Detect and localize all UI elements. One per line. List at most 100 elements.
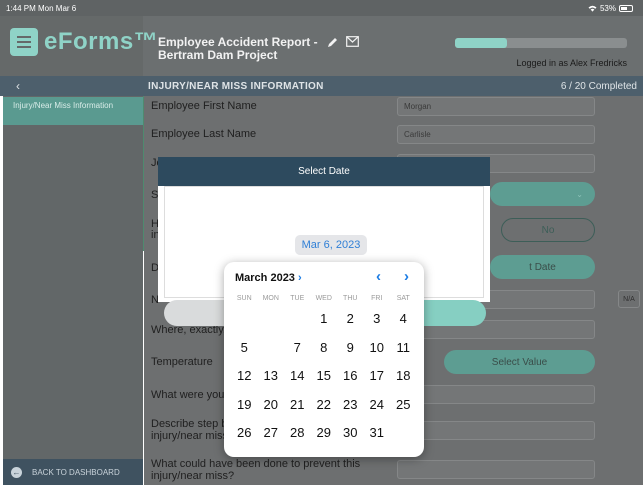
- calendar-day-number: 17: [369, 368, 384, 383]
- calendar-popover: March 2023 › ‹ › SUN MON TUE WED THU FRI SAT 1 2…: [224, 262, 424, 457]
- calendar-day-number: 21: [290, 396, 305, 412]
- logo-text: eForms™: [44, 28, 159, 55]
- what-were-label: What were you: [151, 389, 225, 401]
- status-time: 1:44 PM Mon Mar 6: [6, 4, 77, 13]
- first-name-label: Employee First Name: [151, 100, 257, 112]
- calendar-day-number: 11: [396, 339, 411, 355]
- calendar-day-number: 25: [396, 396, 411, 412]
- calendar-day-number: 8: [320, 339, 328, 355]
- weekday-label: SAT: [396, 295, 410, 302]
- calendar-day[interactable]: 24: [364, 392, 391, 418]
- calendar-day[interactable]: 4: [390, 306, 417, 332]
- calendar-day-number: 24: [369, 396, 384, 412]
- describe-label-line2: injury/near miss: [151, 430, 229, 442]
- modal-cancel-button[interactable]: [164, 300, 224, 326]
- calendar-day-number: 9: [346, 339, 354, 355]
- weekday-label: SUN: [236, 295, 252, 302]
- calendar-month-title[interactable]: March 2023 ›: [235, 272, 302, 284]
- logo-area: eForms™: [0, 16, 158, 76]
- calendar-day-number: 22: [316, 396, 331, 412]
- sidebar: Injury/Near Miss Information ← BACK TO D…: [3, 96, 147, 485]
- calendar-day[interactable]: 12: [231, 363, 258, 389]
- calendar-day[interactable]: 23: [337, 392, 364, 418]
- describe-field[interactable]: [397, 421, 595, 440]
- calendar-day[interactable]: 14: [284, 363, 311, 389]
- app-header: eForms™ Employee Accident Report - Bertr…: [0, 16, 643, 76]
- calendar-day[interactable]: 7: [284, 335, 311, 361]
- calendar-day[interactable]: 25: [390, 392, 417, 418]
- calendar-day-number: 10: [369, 339, 384, 355]
- what-were-field[interactable]: [397, 385, 595, 404]
- calendar-day-number: 6: [267, 339, 275, 355]
- calendar-day[interactable]: 21: [284, 392, 311, 418]
- calendar-day[interactable]: 17: [364, 363, 391, 389]
- section-bar: ‹ INJURY/NEAR MISS INFORMATION 6 / 20 Co…: [0, 76, 643, 96]
- calendar-day-number: 29: [316, 425, 331, 440]
- calendar-day-number: 26: [237, 425, 252, 440]
- calendar-day[interactable]: 8: [311, 335, 338, 361]
- calendar-day-number: 2: [346, 311, 354, 326]
- calendar-day[interactable]: 30: [337, 420, 364, 446]
- next-month-button[interactable]: ›: [404, 268, 409, 285]
- calendar-day[interactable]: 13: [258, 363, 285, 389]
- calendar-day-number: 3: [373, 311, 381, 326]
- calendar-day[interactable]: 29: [311, 420, 338, 446]
- temperature-label: Temperature: [151, 356, 213, 368]
- calendar-day[interactable]: 26: [231, 420, 258, 446]
- calendar-day-number: 12: [237, 368, 252, 383]
- calendar-day-number: 18: [396, 368, 411, 383]
- battery-icon: [619, 5, 633, 12]
- chevron-right-icon: ›: [298, 272, 302, 284]
- calendar-day-selected[interactable]: 6: [257, 333, 285, 361]
- describe-label-line1: Describe step b: [151, 418, 228, 430]
- sidebar-item-injury-near-miss[interactable]: Injury/Near Miss Information: [3, 97, 143, 125]
- modal-title: Select Date: [158, 157, 490, 186]
- selected-date-chip[interactable]: Mar 6, 2023: [295, 235, 367, 255]
- calendar-day[interactable]: 3: [364, 306, 391, 332]
- select-value-button[interactable]: Select Value: [444, 350, 595, 374]
- calendar-day[interactable]: 11: [390, 335, 417, 361]
- modal-confirm-button[interactable]: [424, 300, 486, 326]
- back-to-dashboard-button[interactable]: ← BACK TO DASHBOARD: [3, 459, 143, 485]
- select-date-button[interactable]: t Date: [490, 255, 595, 279]
- calendar-day-number: 4: [399, 311, 407, 326]
- calendar-day[interactable]: 16: [337, 363, 364, 389]
- arrow-left-icon: ←: [11, 466, 22, 478]
- chevron-down-icon: ⌄: [576, 189, 583, 199]
- calendar-month-label: March 2023: [235, 272, 295, 284]
- na-button[interactable]: N/A: [618, 290, 640, 308]
- calendar-day[interactable]: 9: [337, 335, 364, 361]
- calendar-day[interactable]: 10: [364, 335, 391, 361]
- pencil-icon[interactable]: [327, 36, 339, 51]
- wifi-icon: [588, 5, 597, 12]
- back-chevron-icon[interactable]: ‹: [16, 79, 20, 93]
- calendar-day[interactable]: 22: [311, 392, 338, 418]
- no-button[interactable]: No: [501, 218, 595, 242]
- calendar-day[interactable]: 15: [311, 363, 338, 389]
- prevent-field[interactable]: [397, 460, 595, 479]
- dropdown-field[interactable]: ⌄: [490, 182, 595, 206]
- prevent-label-line1: What could have been done to prevent thi…: [151, 458, 361, 470]
- status-bar: 1:44 PM Mon Mar 6 53%: [0, 0, 643, 16]
- calendar-day[interactable]: 31: [364, 420, 391, 446]
- calendar-day[interactable]: 27: [258, 420, 285, 446]
- calendar-day-number: 20: [263, 396, 278, 412]
- previous-month-button[interactable]: ‹: [376, 268, 381, 285]
- form-progress-bar: [455, 38, 627, 48]
- calendar-day-number: 30: [343, 425, 358, 440]
- calendar-day-number: 31: [369, 425, 384, 440]
- calendar-day[interactable]: 2: [337, 306, 364, 332]
- calendar-day[interactable]: 19: [231, 392, 258, 418]
- calendar-day-number: 15: [316, 368, 331, 383]
- envelope-icon[interactable]: [346, 36, 359, 50]
- first-name-field[interactable]: Morgan: [397, 97, 595, 116]
- last-name-field[interactable]: Carlisle: [397, 125, 595, 144]
- calendar-day[interactable]: 18: [390, 363, 417, 389]
- calendar-day[interactable]: 5: [231, 335, 258, 361]
- calendar-day[interactable]: 1: [311, 306, 338, 332]
- calendar-day[interactable]: 28: [284, 420, 311, 446]
- calendar-day-number: 19: [237, 396, 252, 412]
- calendar-day-number: 1: [320, 311, 328, 326]
- calendar-day[interactable]: 20: [258, 392, 285, 418]
- last-name-label: Employee Last Name: [151, 128, 257, 140]
